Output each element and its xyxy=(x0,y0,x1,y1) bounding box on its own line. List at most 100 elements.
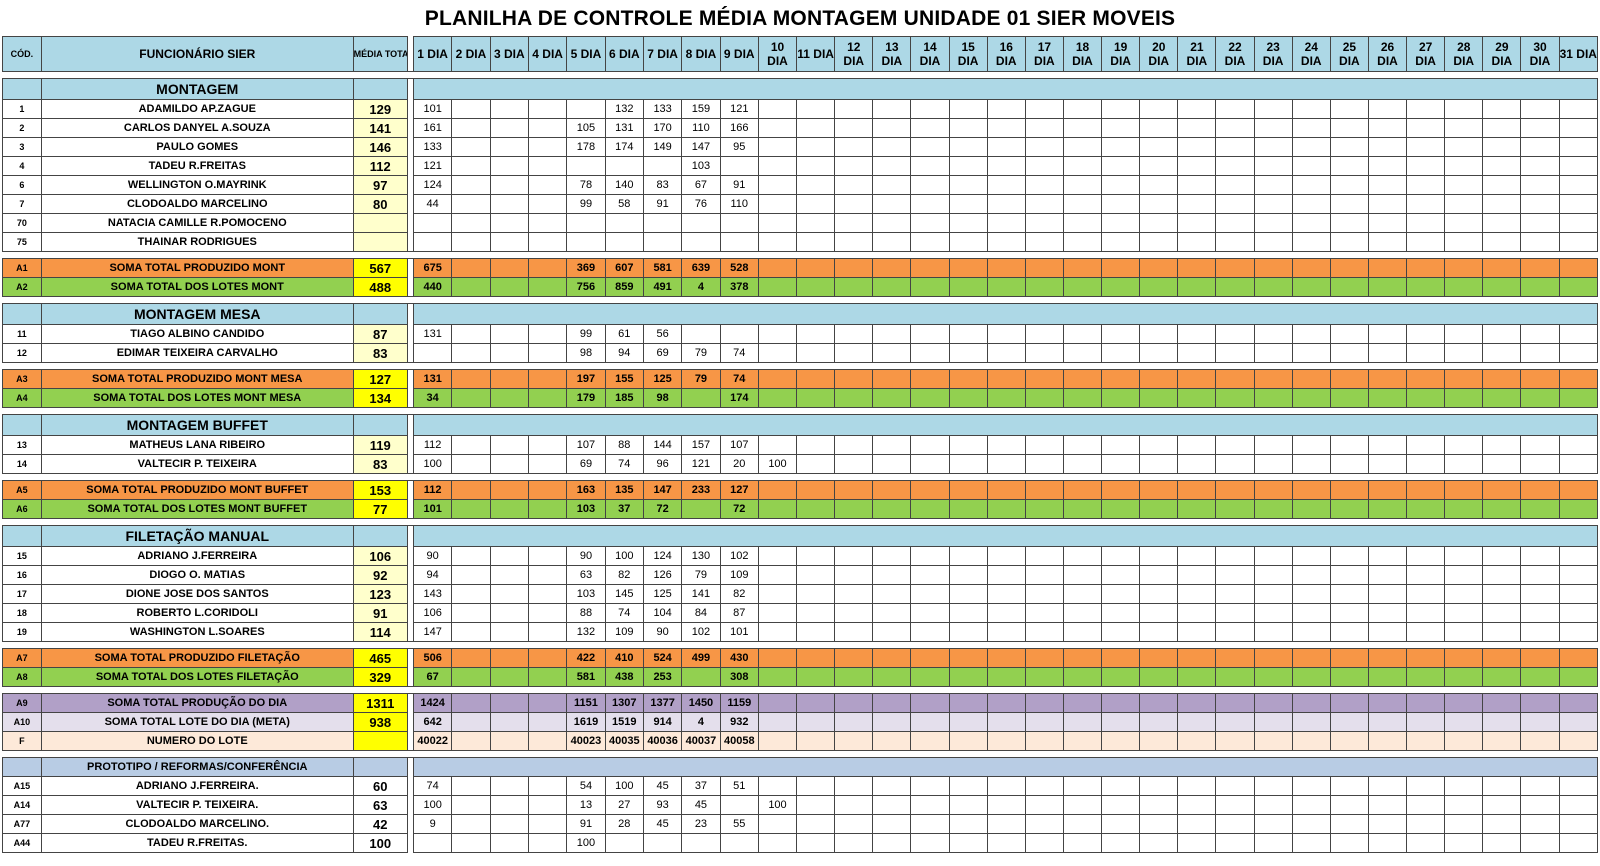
day-15-cell[interactable] xyxy=(948,814,988,834)
day-27-cell[interactable] xyxy=(1406,435,1446,455)
day-9-cell[interactable] xyxy=(719,795,759,815)
day-14-cell[interactable] xyxy=(910,712,950,732)
day-22-cell[interactable] xyxy=(1215,369,1255,389)
day-25-cell[interactable] xyxy=(1329,343,1369,363)
day-14-cell[interactable] xyxy=(910,343,950,363)
day-16-cell[interactable] xyxy=(986,175,1026,195)
day-14-cell[interactable] xyxy=(910,324,950,344)
day-10-cell[interactable] xyxy=(757,388,798,408)
day-13-cell[interactable] xyxy=(872,258,912,278)
day-24-cell[interactable] xyxy=(1291,343,1331,363)
day-30-cell[interactable] xyxy=(1520,137,1560,157)
day-23-cell[interactable] xyxy=(1253,388,1293,408)
day-21-cell[interactable] xyxy=(1177,232,1217,252)
day-2-cell[interactable] xyxy=(451,776,491,796)
day-6-cell[interactable] xyxy=(604,156,644,176)
day-24-cell[interactable] xyxy=(1291,324,1331,344)
day-9-cell[interactable]: 87 xyxy=(719,603,759,623)
day-28-cell[interactable] xyxy=(1444,388,1484,408)
day-13-cell[interactable] xyxy=(872,546,912,566)
day-27-cell[interactable] xyxy=(1406,833,1446,853)
day-23-cell[interactable] xyxy=(1253,324,1293,344)
day-8-cell[interactable]: 499 xyxy=(681,648,721,668)
day-1-cell[interactable]: 101 xyxy=(412,99,453,119)
media-total-cell[interactable]: 146 xyxy=(352,137,408,157)
day-18-cell[interactable] xyxy=(1062,277,1103,297)
day-25-cell[interactable] xyxy=(1329,622,1369,642)
day-26-cell[interactable] xyxy=(1367,454,1408,474)
day-2-cell[interactable] xyxy=(451,343,491,363)
day-29-cell[interactable] xyxy=(1482,833,1522,853)
day-6-cell[interactable]: 74 xyxy=(604,603,644,623)
day-23-cell[interactable] xyxy=(1253,712,1293,732)
day-8-cell[interactable]: 79 xyxy=(681,343,721,363)
day-24-cell[interactable] xyxy=(1291,565,1331,585)
day-7-cell[interactable]: 45 xyxy=(642,814,683,834)
day-23-cell[interactable] xyxy=(1253,833,1293,853)
day-14-cell[interactable] xyxy=(910,232,950,252)
day-26-cell[interactable] xyxy=(1367,118,1408,138)
day-14-cell[interactable] xyxy=(910,137,950,157)
day-9-cell[interactable]: 121 xyxy=(719,99,759,119)
day-31-cell[interactable] xyxy=(1558,712,1599,732)
day-12-cell[interactable] xyxy=(834,546,874,566)
day-17-cell[interactable] xyxy=(1024,343,1064,363)
day-22-cell[interactable] xyxy=(1215,833,1255,853)
media-total-cell[interactable]: 134 xyxy=(352,388,408,408)
day-4-cell[interactable] xyxy=(527,324,568,344)
day-2-cell[interactable] xyxy=(451,795,491,815)
day-14-cell[interactable] xyxy=(910,194,950,214)
day-13-cell[interactable] xyxy=(872,622,912,642)
day-29-cell[interactable] xyxy=(1482,99,1522,119)
day-28-cell[interactable] xyxy=(1444,258,1484,278)
day-4-cell[interactable] xyxy=(527,194,568,214)
media-total-cell[interactable]: 1311 xyxy=(352,693,408,713)
day-2-cell[interactable] xyxy=(451,388,491,408)
day-27-cell[interactable] xyxy=(1406,584,1446,604)
day-15-cell[interactable] xyxy=(948,454,988,474)
day-25-cell[interactable] xyxy=(1329,277,1369,297)
day-26-cell[interactable] xyxy=(1367,693,1408,713)
day-1-cell[interactable]: 100 xyxy=(412,795,453,815)
day-11-cell[interactable] xyxy=(796,480,836,500)
day-16-cell[interactable] xyxy=(986,388,1026,408)
day-28-cell[interactable] xyxy=(1444,99,1484,119)
day-16-cell[interactable] xyxy=(986,480,1026,500)
day-8-cell[interactable]: 103 xyxy=(681,156,721,176)
day-21-cell[interactable] xyxy=(1177,118,1217,138)
day-19-cell[interactable] xyxy=(1101,175,1141,195)
day-19-cell[interactable] xyxy=(1101,731,1141,751)
day-1-cell[interactable]: 124 xyxy=(412,175,453,195)
day-3-cell[interactable] xyxy=(489,693,529,713)
day-13-cell[interactable] xyxy=(872,667,912,687)
day-31-cell[interactable] xyxy=(1558,232,1599,252)
day-7-cell[interactable]: 1377 xyxy=(642,693,683,713)
day-7-cell[interactable]: 90 xyxy=(642,622,683,642)
day-25-cell[interactable] xyxy=(1329,99,1369,119)
day-2-cell[interactable] xyxy=(451,324,491,344)
day-30-cell[interactable] xyxy=(1520,693,1560,713)
day-29-cell[interactable] xyxy=(1482,565,1522,585)
day-4-cell[interactable] xyxy=(527,277,568,297)
day-9-cell[interactable] xyxy=(719,833,759,853)
day-24-cell[interactable] xyxy=(1291,175,1331,195)
day-7-cell[interactable]: 125 xyxy=(642,369,683,389)
media-total-cell[interactable]: 92 xyxy=(352,565,408,585)
day-27-cell[interactable] xyxy=(1406,795,1446,815)
day-27-cell[interactable] xyxy=(1406,343,1446,363)
day-25-cell[interactable] xyxy=(1329,480,1369,500)
day-13-cell[interactable] xyxy=(872,232,912,252)
day-30-cell[interactable] xyxy=(1520,833,1560,853)
day-12-cell[interactable] xyxy=(834,603,874,623)
day-28-cell[interactable] xyxy=(1444,622,1484,642)
day-8-cell[interactable] xyxy=(681,388,721,408)
day-28-cell[interactable] xyxy=(1444,795,1484,815)
day-25-cell[interactable] xyxy=(1329,435,1369,455)
day-7-cell[interactable] xyxy=(642,213,683,233)
day-23-cell[interactable] xyxy=(1253,546,1293,566)
day-22-cell[interactable] xyxy=(1215,324,1255,344)
day-28-cell[interactable] xyxy=(1444,213,1484,233)
day-10-cell[interactable] xyxy=(757,622,798,642)
day-3-cell[interactable] xyxy=(489,194,529,214)
day-5-cell[interactable]: 103 xyxy=(566,584,606,604)
